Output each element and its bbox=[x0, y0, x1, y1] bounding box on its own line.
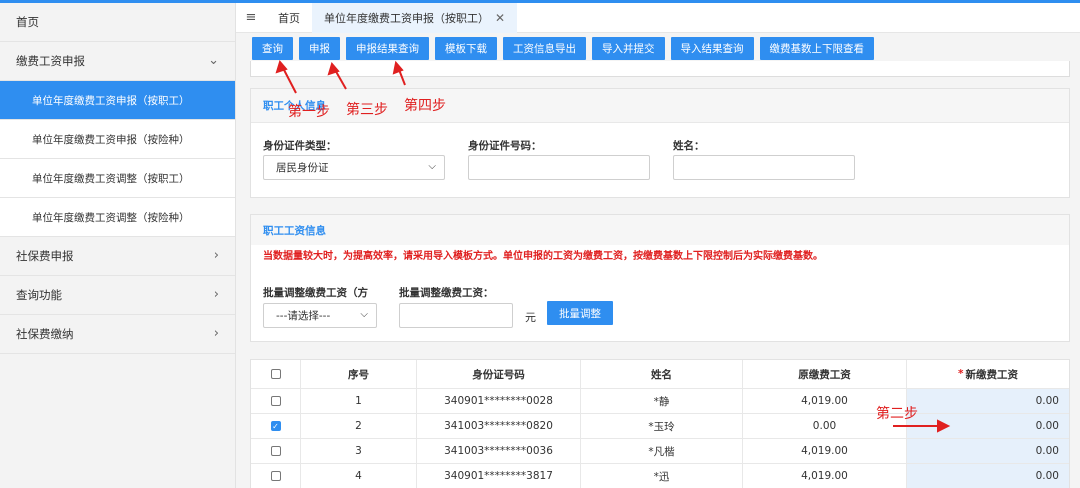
step1-annotation: 第一步 bbox=[288, 104, 330, 120]
cell-old-wage: 4,019.00 bbox=[743, 464, 907, 488]
cell-no: 4 bbox=[301, 464, 417, 488]
table-header-row: 序号 身份证号码 姓名 原缴费工资 * 新缴费工资 bbox=[251, 360, 1069, 389]
cell-name: *玉玲 bbox=[581, 414, 743, 438]
cell-new-wage-input[interactable]: 0.00 bbox=[907, 439, 1069, 463]
panel-title: 职工工资信息 bbox=[251, 215, 1069, 245]
sidebar-item-label: 单位年度缴费工资申报（按险种） bbox=[32, 133, 190, 146]
column-header: 原缴费工资 bbox=[743, 360, 907, 388]
sidebar-item-label: 单位年度缴费工资调整（按职工） bbox=[32, 172, 190, 185]
batch-mode-label: 批量调整缴费工资（方 bbox=[263, 287, 368, 299]
tab-home[interactable]: 首页 bbox=[266, 3, 312, 33]
tab-active[interactable]: 单位年度缴费工资申报（按职工） ✕ bbox=[312, 2, 518, 33]
batch-adjust-button[interactable]: 批量调整 bbox=[547, 301, 613, 325]
column-header: 序号 bbox=[301, 360, 417, 388]
tab-label: 单位年度缴费工资申报（按职工） bbox=[324, 11, 489, 25]
step2-annotation: 第二步 bbox=[876, 406, 918, 422]
step3-annotation: 第三步 bbox=[346, 102, 388, 118]
tab-label: 首页 bbox=[278, 11, 300, 25]
name-label: 姓名： bbox=[673, 140, 705, 152]
cell-id-number: 341003********0820 bbox=[417, 414, 581, 438]
sidebar-subitem-by-insurance-declare[interactable]: 单位年度缴费工资申报（按险种） bbox=[0, 120, 235, 159]
batch-value-input[interactable] bbox=[399, 303, 513, 328]
panel-edge bbox=[250, 61, 1070, 77]
sidebar: 首页 缴费工资申报 ⌄ 单位年度缴费工资申报（按职工） 单位年度缴费工资申报（按… bbox=[0, 3, 236, 488]
sidebar-group-wage-declaration[interactable]: 缴费工资申报 ⌄ bbox=[0, 42, 235, 81]
cell-name: *迅 bbox=[581, 464, 743, 488]
row-checkbox[interactable] bbox=[270, 396, 281, 406]
cell-id-number: 341003********0036 bbox=[417, 439, 581, 463]
sidebar-group-social-declaration[interactable]: 社保费申报 › bbox=[0, 237, 235, 276]
sidebar-item-home[interactable]: 首页 bbox=[0, 3, 235, 42]
cell-name: *静 bbox=[581, 389, 743, 413]
declare-button[interactable]: 申报 bbox=[299, 37, 340, 60]
warning-text: 当数据量较大时，为提高效率，请采用导入模板方式。单位申报的工资为缴费工资，按缴费… bbox=[263, 251, 823, 262]
toolbar: 查询 申报 申报结果查询 模板下载 工资信息导出 导入并提交 导入结果查询 缴费… bbox=[252, 37, 874, 60]
chevron-down-icon: ⌄ bbox=[208, 53, 219, 68]
row-checkbox[interactable]: ✓ bbox=[270, 421, 281, 431]
cell-new-wage-input[interactable]: 0.00 bbox=[907, 464, 1069, 488]
id-number-input[interactable] bbox=[468, 155, 650, 180]
id-number-label: 身份证件号码： bbox=[468, 140, 542, 152]
chevron-right-icon: › bbox=[213, 326, 219, 341]
table-row[interactable]: 3 341003********0036 *凡楷 4,019.00 0.00 bbox=[251, 439, 1069, 464]
table-row[interactable]: ✓ 2 341003********0820 *玉玲 0.00 0.00 bbox=[251, 414, 1069, 439]
cell-no: 2 bbox=[301, 414, 417, 438]
select-value: 居民身份证 bbox=[276, 162, 329, 174]
sidebar-item-label: 缴费工资申报 bbox=[16, 54, 85, 68]
sidebar-subitem-by-employee-declare[interactable]: 单位年度缴费工资申报（按职工） bbox=[0, 81, 235, 120]
sidebar-item-label: 社保费缴纳 bbox=[16, 327, 74, 341]
template-download-button[interactable]: 模板下载 bbox=[435, 37, 497, 60]
import-result-query-button[interactable]: 导入结果查询 bbox=[670, 37, 754, 60]
chevron-right-icon: › bbox=[213, 248, 219, 263]
declare-result-query-button[interactable]: 申报结果查询 bbox=[346, 37, 429, 60]
cell-new-wage-input[interactable]: 0.00 bbox=[907, 389, 1069, 413]
close-icon[interactable]: ✕ bbox=[495, 11, 505, 25]
import-submit-button[interactable]: 导入并提交 bbox=[592, 37, 665, 60]
row-checkbox[interactable] bbox=[270, 471, 281, 481]
step4-annotation: 第四步 bbox=[404, 98, 446, 114]
column-header-new-wage: * 新缴费工资 bbox=[907, 360, 1069, 388]
sidebar-subitem-by-employee-adjust[interactable]: 单位年度缴费工资调整（按职工） bbox=[0, 159, 235, 198]
wage-info-panel: 职工工资信息 当数据量较大时，为提高效率，请采用导入模板方式。单位申报的工资为缴… bbox=[250, 214, 1070, 342]
tab-bar: ≡ 首页 单位年度缴费工资申报（按职工） ✕ bbox=[236, 2, 1080, 33]
sidebar-item-label: 单位年度缴费工资调整（按险种） bbox=[32, 211, 190, 224]
cell-id-number: 340901********0028 bbox=[417, 389, 581, 413]
batch-mode-select[interactable]: ---请选择--- ⌵ bbox=[263, 303, 377, 328]
select-arrow-icon: ⌵ bbox=[428, 161, 436, 172]
table-row[interactable]: 4 340901********3817 *迅 4,019.00 0.00 bbox=[251, 464, 1069, 488]
base-limit-view-button[interactable]: 缴费基数上下限查看 bbox=[759, 37, 874, 60]
column-header-label: 新缴费工资 bbox=[965, 368, 1019, 381]
cell-new-wage-input[interactable]: 0.00 bbox=[907, 414, 1069, 438]
chevron-right-icon: › bbox=[213, 287, 219, 302]
wage-export-button[interactable]: 工资信息导出 bbox=[503, 37, 586, 60]
id-type-select[interactable]: 居民身份证 ⌵ bbox=[263, 155, 445, 180]
menu-icon[interactable]: ≡ bbox=[236, 10, 266, 25]
cell-name: *凡楷 bbox=[581, 439, 743, 463]
cell-no: 1 bbox=[301, 389, 417, 413]
sidebar-item-label: 社保费申报 bbox=[16, 249, 74, 263]
cell-no: 3 bbox=[301, 439, 417, 463]
select-value: ---请选择--- bbox=[276, 310, 331, 322]
select-arrow-icon: ⌵ bbox=[360, 309, 368, 320]
employee-wage-table: 序号 身份证号码 姓名 原缴费工资 * 新缴费工资 1 340901********… bbox=[250, 359, 1070, 488]
batch-value-label: 批量调整缴费工资： bbox=[399, 287, 494, 299]
column-header: 姓名 bbox=[581, 360, 743, 388]
row-checkbox[interactable] bbox=[270, 446, 281, 456]
sidebar-item-label: 首页 bbox=[16, 15, 39, 29]
id-type-label: 身份证件类型： bbox=[263, 140, 337, 152]
sidebar-item-label: 单位年度缴费工资申报（按职工） bbox=[32, 94, 190, 107]
sidebar-subitem-by-insurance-adjust[interactable]: 单位年度缴费工资调整（按险种） bbox=[0, 198, 235, 237]
name-input[interactable] bbox=[673, 155, 855, 180]
sidebar-group-query[interactable]: 查询功能 › bbox=[0, 276, 235, 315]
cell-old-wage: 4,019.00 bbox=[743, 439, 907, 463]
sidebar-item-label: 查询功能 bbox=[16, 288, 62, 302]
unit-label: 元 bbox=[525, 311, 536, 324]
cell-id-number: 340901********3817 bbox=[417, 464, 581, 488]
table-row[interactable]: 1 340901********0028 *静 4,019.00 0.00 bbox=[251, 389, 1069, 414]
required-mark: * bbox=[958, 368, 964, 380]
select-all-checkbox[interactable] bbox=[270, 369, 281, 379]
sidebar-group-payment[interactable]: 社保费缴纳 › bbox=[0, 315, 235, 354]
query-button[interactable]: 查询 bbox=[252, 37, 293, 60]
column-header: 身份证号码 bbox=[417, 360, 581, 388]
